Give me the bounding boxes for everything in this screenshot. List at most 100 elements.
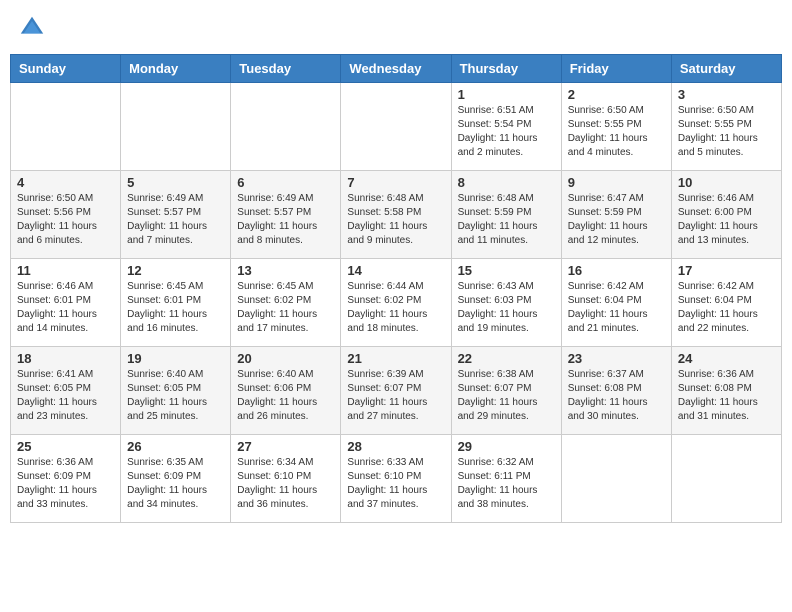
day-info: Sunrise: 6:50 AM Sunset: 5:55 PM Dayligh…: [568, 104, 665, 160]
calendar-cell: 3 Sunrise: 6:50 AM Sunset: 5:55 PM Daylig…: [671, 83, 781, 171]
logo-icon: [18, 14, 46, 42]
calendar-cell: 12 Sunrise: 6:45 AM Sunset: 6:01 PM Dayli…: [121, 259, 231, 347]
calendar-cell: 16 Sunrise: 6:42 AM Sunset: 6:04 PM Dayli…: [561, 259, 671, 347]
calendar-cell: 6 Sunrise: 6:49 AM Sunset: 5:57 PM Daylig…: [231, 171, 341, 259]
day-number: 12: [127, 263, 224, 278]
day-info: Sunrise: 6:40 AM Sunset: 6:05 PM Dayligh…: [127, 368, 224, 424]
day-info: Sunrise: 6:36 AM Sunset: 6:08 PM Dayligh…: [678, 368, 775, 424]
calendar-week-row: 4 Sunrise: 6:50 AM Sunset: 5:56 PM Daylig…: [11, 171, 782, 259]
day-number: 10: [678, 175, 775, 190]
calendar-cell: 19 Sunrise: 6:40 AM Sunset: 6:05 PM Dayli…: [121, 347, 231, 435]
day-info: Sunrise: 6:49 AM Sunset: 5:57 PM Dayligh…: [237, 192, 334, 248]
day-info: Sunrise: 6:46 AM Sunset: 6:00 PM Dayligh…: [678, 192, 775, 248]
day-number: 14: [347, 263, 444, 278]
calendar-cell: 4 Sunrise: 6:50 AM Sunset: 5:56 PM Daylig…: [11, 171, 121, 259]
calendar-cell: 8 Sunrise: 6:48 AM Sunset: 5:59 PM Daylig…: [451, 171, 561, 259]
calendar-cell: 26 Sunrise: 6:35 AM Sunset: 6:09 PM Dayli…: [121, 435, 231, 523]
day-number: 19: [127, 351, 224, 366]
calendar-cell: 13Sunrise: 6:45 AM Sunset: 6:02 PM Dayli…: [231, 259, 341, 347]
day-number: 3: [678, 87, 775, 102]
column-header-wednesday: Wednesday: [341, 55, 451, 83]
calendar-cell: 15 Sunrise: 6:43 AM Sunset: 6:03 PM Dayli…: [451, 259, 561, 347]
day-info: Sunrise: 6:45 AM Sunset: 6:01 PM Dayligh…: [127, 280, 224, 336]
day-number: 6: [237, 175, 334, 190]
day-number: 29: [458, 439, 555, 454]
calendar-cell: 9 Sunrise: 6:47 AM Sunset: 5:59 PM Daylig…: [561, 171, 671, 259]
calendar-cell: 1Sunrise: 6:51 AM Sunset: 5:54 PM Daylig…: [451, 83, 561, 171]
day-number: 8: [458, 175, 555, 190]
calendar: SundayMondayTuesdayWednesdayThursdayFrid…: [10, 54, 782, 523]
calendar-cell: 29 Sunrise: 6:32 AM Sunset: 6:11 PM Dayli…: [451, 435, 561, 523]
day-number: 28: [347, 439, 444, 454]
day-number: 24: [678, 351, 775, 366]
day-number: 15: [458, 263, 555, 278]
day-info: Sunrise: 6:44 AM Sunset: 6:02 PM Dayligh…: [347, 280, 444, 336]
day-info: Sunrise: 6:50 AM Sunset: 5:56 PM Dayligh…: [17, 192, 114, 248]
day-number: 25: [17, 439, 114, 454]
day-info: Sunrise: 6:49 AM Sunset: 5:57 PM Dayligh…: [127, 192, 224, 248]
calendar-cell: [561, 435, 671, 523]
day-number: 16: [568, 263, 665, 278]
calendar-cell: 24 Sunrise: 6:36 AM Sunset: 6:08 PM Dayli…: [671, 347, 781, 435]
day-number: 5: [127, 175, 224, 190]
day-number: 20: [237, 351, 334, 366]
day-info: Sunrise: 6:36 AM Sunset: 6:09 PM Dayligh…: [17, 456, 114, 512]
day-number: 11: [17, 263, 114, 278]
calendar-cell: 28 Sunrise: 6:33 AM Sunset: 6:10 PM Dayli…: [341, 435, 451, 523]
day-info: Sunrise: 6:39 AM Sunset: 6:07 PM Dayligh…: [347, 368, 444, 424]
day-number: 17: [678, 263, 775, 278]
day-number: 4: [17, 175, 114, 190]
day-number: 1: [458, 87, 555, 102]
day-number: 27: [237, 439, 334, 454]
day-info: Sunrise: 6:48 AM Sunset: 5:58 PM Dayligh…: [347, 192, 444, 248]
column-header-monday: Monday: [121, 55, 231, 83]
day-info: Sunrise: 6:50 AM Sunset: 5:55 PM Dayligh…: [678, 104, 775, 160]
calendar-cell: 25 Sunrise: 6:36 AM Sunset: 6:09 PM Dayli…: [11, 435, 121, 523]
column-header-saturday: Saturday: [671, 55, 781, 83]
day-info: Sunrise: 6:43 AM Sunset: 6:03 PM Dayligh…: [458, 280, 555, 336]
day-number: 22: [458, 351, 555, 366]
calendar-cell: 21 Sunrise: 6:39 AM Sunset: 6:07 PM Dayli…: [341, 347, 451, 435]
logo: [18, 14, 50, 42]
column-header-tuesday: Tuesday: [231, 55, 341, 83]
day-info: Sunrise: 6:47 AM Sunset: 5:59 PM Dayligh…: [568, 192, 665, 248]
calendar-cell: [671, 435, 781, 523]
day-info: Sunrise: 6:34 AM Sunset: 6:10 PM Dayligh…: [237, 456, 334, 512]
day-number: 2: [568, 87, 665, 102]
day-number: 9: [568, 175, 665, 190]
calendar-cell: [121, 83, 231, 171]
calendar-cell: 17 Sunrise: 6:42 AM Sunset: 6:04 PM Dayli…: [671, 259, 781, 347]
calendar-cell: [341, 83, 451, 171]
day-number: 21: [347, 351, 444, 366]
day-info: Sunrise: 6:35 AM Sunset: 6:09 PM Dayligh…: [127, 456, 224, 512]
calendar-cell: 23 Sunrise: 6:37 AM Sunset: 6:08 PM Dayli…: [561, 347, 671, 435]
day-number: 23: [568, 351, 665, 366]
column-header-friday: Friday: [561, 55, 671, 83]
day-info: Sunrise: 6:42 AM Sunset: 6:04 PM Dayligh…: [678, 280, 775, 336]
day-info: Sunrise: 6:38 AM Sunset: 6:07 PM Dayligh…: [458, 368, 555, 424]
calendar-cell: 18 Sunrise: 6:41 AM Sunset: 6:05 PM Dayli…: [11, 347, 121, 435]
column-header-sunday: Sunday: [11, 55, 121, 83]
calendar-cell: 7 Sunrise: 6:48 AM Sunset: 5:58 PM Daylig…: [341, 171, 451, 259]
calendar-cell: 10 Sunrise: 6:46 AM Sunset: 6:00 PM Dayli…: [671, 171, 781, 259]
day-info: Sunrise: 6:41 AM Sunset: 6:05 PM Dayligh…: [17, 368, 114, 424]
day-info: Sunrise: 6:46 AM Sunset: 6:01 PM Dayligh…: [17, 280, 114, 336]
day-number: 7: [347, 175, 444, 190]
calendar-cell: [11, 83, 121, 171]
calendar-cell: 5 Sunrise: 6:49 AM Sunset: 5:57 PM Daylig…: [121, 171, 231, 259]
day-info: Sunrise: 6:45 AM Sunset: 6:02 PM Dayligh…: [237, 280, 334, 336]
day-number: 18: [17, 351, 114, 366]
header: [10, 10, 782, 46]
calendar-week-row: 11 Sunrise: 6:46 AM Sunset: 6:01 PM Dayli…: [11, 259, 782, 347]
day-info: Sunrise: 6:37 AM Sunset: 6:08 PM Dayligh…: [568, 368, 665, 424]
day-info: Sunrise: 6:42 AM Sunset: 6:04 PM Dayligh…: [568, 280, 665, 336]
calendar-cell: 2 Sunrise: 6:50 AM Sunset: 5:55 PM Daylig…: [561, 83, 671, 171]
day-number: 26: [127, 439, 224, 454]
calendar-week-row: 1Sunrise: 6:51 AM Sunset: 5:54 PM Daylig…: [11, 83, 782, 171]
calendar-header-row: SundayMondayTuesdayWednesdayThursdayFrid…: [11, 55, 782, 83]
day-info: Sunrise: 6:48 AM Sunset: 5:59 PM Dayligh…: [458, 192, 555, 248]
column-header-thursday: Thursday: [451, 55, 561, 83]
calendar-cell: 27 Sunrise: 6:34 AM Sunset: 6:10 PM Dayli…: [231, 435, 341, 523]
day-info: Sunrise: 6:32 AM Sunset: 6:11 PM Dayligh…: [458, 456, 555, 512]
day-info: Sunrise: 6:33 AM Sunset: 6:10 PM Dayligh…: [347, 456, 444, 512]
